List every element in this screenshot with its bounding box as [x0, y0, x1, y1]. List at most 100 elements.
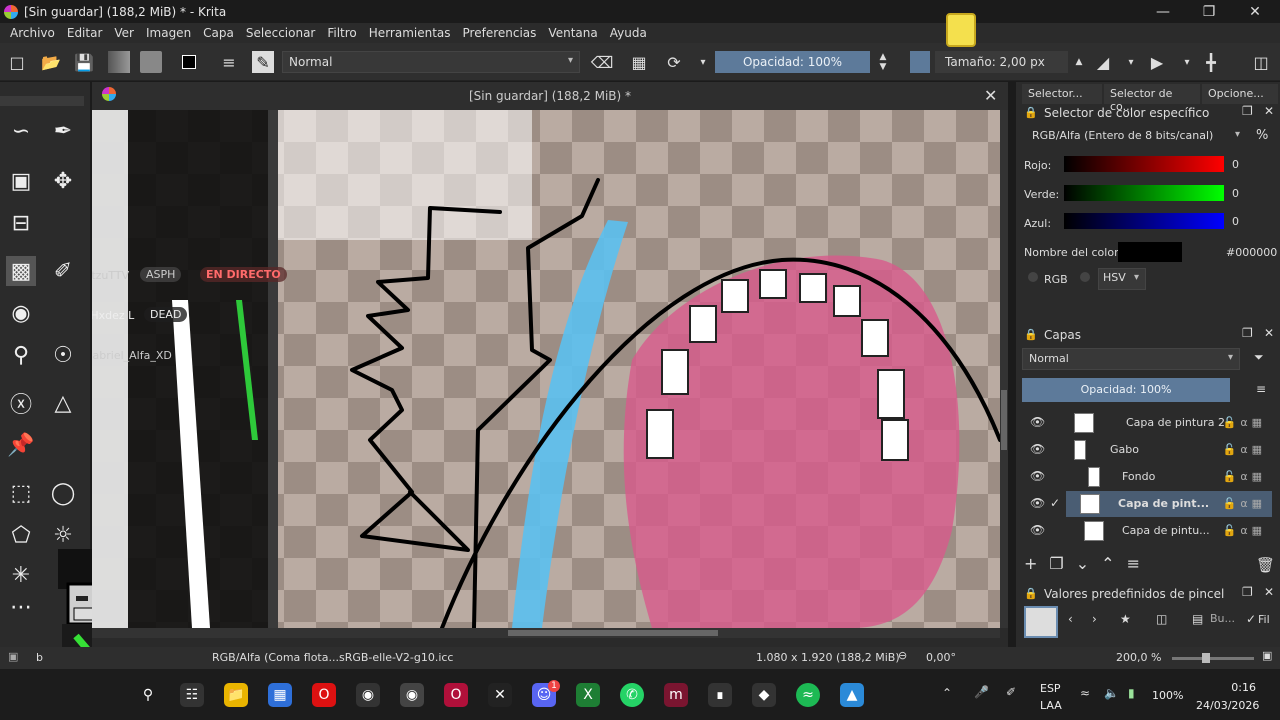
- color-picker-icon[interactable]: ✐: [48, 256, 78, 286]
- visibility-eye-icon[interactable]: 👁: [1030, 442, 1045, 456]
- layer-opacity-slider[interactable]: Opacidad: 100%: [1022, 378, 1230, 402]
- assistant-tool-icon[interactable]: ⓧ: [6, 388, 36, 418]
- hsv-select[interactable]: HSV ▾: [1098, 268, 1146, 290]
- reload-dropdown-icon[interactable]: ▾: [692, 51, 714, 73]
- layers-close-icon[interactable]: ✕: [1264, 326, 1274, 340]
- mirror-horizontal-icon[interactable]: ◢: [1092, 51, 1114, 73]
- zoom-value[interactable]: 200,0 %: [1116, 651, 1161, 664]
- layer-checked-icon[interactable]: ✓: [1050, 496, 1060, 510]
- pattern-preset-icon[interactable]: [140, 51, 162, 73]
- presets-close-icon[interactable]: ✕: [1264, 585, 1274, 599]
- tray-expand-icon[interactable]: ⌃: [942, 686, 952, 700]
- tab-options[interactable]: Opcione...: [1202, 84, 1278, 104]
- prev-preset-icon[interactable]: ‹: [1068, 612, 1073, 626]
- menu-ver[interactable]: Ver: [114, 26, 134, 40]
- rgb-radio[interactable]: [1028, 272, 1038, 282]
- workspace-icon[interactable]: ◫: [1250, 51, 1272, 73]
- clock-time[interactable]: 0:16: [1212, 681, 1256, 694]
- layer-lock-alpha-icons[interactable]: 🔓α▦: [1223, 443, 1266, 456]
- enclose-fill-icon[interactable]: ☉: [48, 340, 78, 370]
- close-window-button[interactable]: ✕: [1232, 0, 1278, 23]
- whatsapp-icon[interactable]: ✆: [620, 683, 644, 707]
- store-icon[interactable]: ▦: [268, 683, 292, 707]
- clock-date[interactable]: 24/03/2026: [1196, 699, 1259, 712]
- tab-selector[interactable]: Selector...: [1022, 84, 1102, 104]
- drawing-canvas[interactable]: KiretzuTTV ASPH EN DIRECTO AR |Hxdez L D…: [92, 110, 1000, 628]
- menu-archivo[interactable]: Archivo: [10, 26, 55, 40]
- vector-app-icon[interactable]: ◆: [752, 683, 776, 707]
- layer-menu-icon[interactable]: ≡: [1256, 382, 1266, 396]
- layers-float-icon[interactable]: ❐: [1242, 326, 1253, 340]
- layer-row[interactable]: 👁 Gabo 🔓α▦: [1022, 437, 1272, 463]
- blend-mode-select[interactable]: Normal ▾: [282, 51, 580, 73]
- size-stepper-icon[interactable]: ▲: [1068, 51, 1090, 73]
- rect-select-icon[interactable]: ⬚: [6, 478, 36, 508]
- keyboard-layout[interactable]: LAA: [1040, 699, 1062, 712]
- measure-icon[interactable]: △: [48, 388, 78, 418]
- hsv-radio[interactable]: [1080, 272, 1090, 282]
- chrome-icon[interactable]: ◉: [356, 683, 380, 707]
- search-icon[interactable]: ⚲: [136, 683, 160, 707]
- red-slider[interactable]: [1064, 156, 1224, 172]
- menu-imagen[interactable]: Imagen: [146, 26, 191, 40]
- opacity-stepper-icon[interactable]: ▲ ▼: [872, 51, 894, 73]
- presets-float-icon[interactable]: ❐: [1242, 585, 1253, 599]
- menu-ayuda[interactable]: Ayuda: [610, 26, 647, 40]
- layer-row[interactable]: 👁 Capa de pintu... 🔓α▦: [1022, 518, 1272, 544]
- layers-lock-icon[interactable]: 🔒: [1024, 328, 1038, 341]
- wifi-icon[interactable]: ≈: [1080, 686, 1090, 700]
- assistant-icon[interactable]: ◉: [6, 298, 36, 328]
- mirror-dropdown-icon[interactable]: ▾: [1120, 51, 1142, 73]
- gradient-tool-icon[interactable]: ▩: [6, 256, 36, 286]
- battery-icon[interactable]: ▮: [1128, 686, 1135, 700]
- excel-icon[interactable]: X: [576, 683, 600, 707]
- pan-pin-icon[interactable]: 📌: [6, 430, 36, 460]
- gradient-preset-icon[interactable]: [108, 51, 130, 73]
- pen-icon[interactable]: ✐: [1006, 685, 1016, 699]
- crop-icon[interactable]: ⊟: [6, 208, 36, 238]
- layer-lock-alpha-icons[interactable]: 🔓α▦: [1223, 416, 1266, 429]
- volume-icon[interactable]: 🔈: [1104, 686, 1119, 700]
- reload-preset-icon[interactable]: ⟳: [663, 51, 685, 73]
- mirror-vertical-icon[interactable]: ▶: [1146, 51, 1168, 73]
- file-explorer-icon[interactable]: 📁: [224, 683, 248, 707]
- layer-blend-select[interactable]: Normal ▾: [1022, 348, 1240, 370]
- calligraphy-icon[interactable]: ✒: [48, 116, 78, 146]
- spotify-icon[interactable]: ≈: [796, 683, 820, 707]
- opera-icon[interactable]: O: [312, 683, 336, 707]
- fg-bg-color-icon[interactable]: [178, 51, 200, 73]
- krita-taskbar-icon[interactable]: ◉: [400, 683, 424, 707]
- layer-row-selected[interactable]: Capa de pint... 🔓α▦: [1066, 491, 1272, 517]
- layer-actions-toolbar[interactable]: +❐⌄⌃≡: [1024, 554, 1274, 576]
- blue-value[interactable]: 0: [1228, 213, 1262, 231]
- delete-layer-icon[interactable]: 🗑: [1256, 556, 1275, 574]
- bookmark-icon[interactable]: ◫: [1156, 612, 1167, 626]
- brush-size-slider[interactable]: Tamaño: 2,00 px: [935, 51, 1068, 73]
- red-value[interactable]: 0: [1228, 156, 1262, 174]
- blue-slider[interactable]: [1064, 213, 1224, 229]
- brush-preset-thumbnail[interactable]: [1024, 606, 1058, 638]
- preset-search-input[interactable]: Bu...: [1210, 612, 1235, 625]
- visibility-eye-icon[interactable]: 👁: [1030, 415, 1045, 429]
- next-preset-icon[interactable]: ›: [1092, 612, 1097, 626]
- visibility-eye-icon[interactable]: 👁: [1030, 469, 1045, 483]
- green-value[interactable]: 0: [1228, 185, 1262, 203]
- menu-editar[interactable]: Editar: [67, 26, 103, 40]
- visibility-eye-icon[interactable]: 👁: [1030, 523, 1045, 537]
- layer-filter-icon[interactable]: ⏷: [1254, 350, 1264, 365]
- filter-checkbox[interactable]: ✓: [1246, 612, 1256, 626]
- polygon-select-icon[interactable]: ⬠: [6, 520, 36, 550]
- layer-lock-alpha-icons[interactable]: 🔓α▦: [1223, 524, 1266, 537]
- zoom-slider[interactable]: [1172, 653, 1254, 663]
- taskview-icon[interactable]: ☷: [180, 683, 204, 707]
- zoom-reset-icon[interactable]: ▣: [1262, 649, 1272, 662]
- opera-gx-icon[interactable]: O: [444, 683, 468, 707]
- tag-icon[interactable]: ▤: [1192, 612, 1203, 626]
- brush-preset-icon[interactable]: ✎: [252, 51, 274, 73]
- toolbox-scroll-up[interactable]: [0, 96, 84, 106]
- minimize-button[interactable]: —: [1140, 0, 1186, 23]
- app-m-icon[interactable]: m: [664, 683, 688, 707]
- menu-preferencias[interactable]: Preferencias: [463, 26, 537, 40]
- language-code[interactable]: ESP: [1040, 682, 1061, 695]
- capcut-icon[interactable]: ✕: [488, 683, 512, 707]
